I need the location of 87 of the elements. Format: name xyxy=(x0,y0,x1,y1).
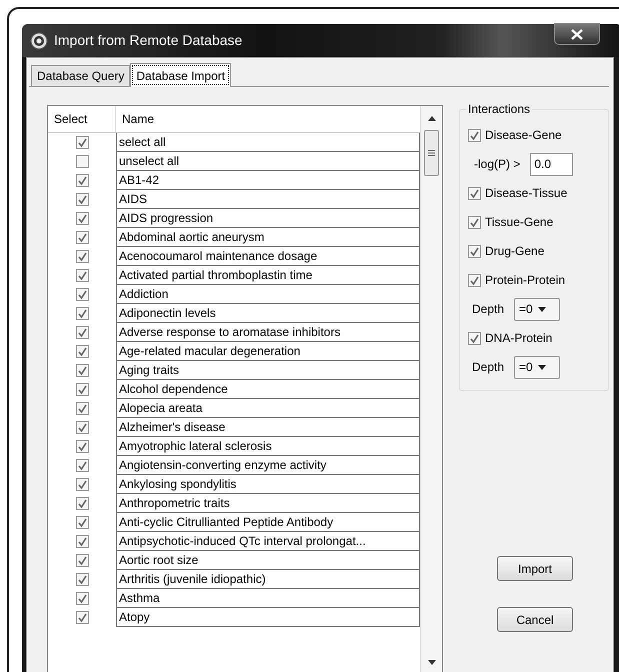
checked-checkbox[interactable] xyxy=(76,193,88,206)
checked-checkbox[interactable] xyxy=(468,128,481,142)
checked-checkbox[interactable] xyxy=(76,573,88,586)
grip-icon xyxy=(428,150,435,156)
checked-checkbox[interactable] xyxy=(76,231,88,244)
checked-checkbox[interactable] xyxy=(76,212,88,225)
checked-checkbox[interactable] xyxy=(76,554,88,567)
table-cell: Acenocoumarol maintenance dosage xyxy=(116,247,420,266)
table-cell: Antipsychotic-induced QTc interval prolongat... xyxy=(116,532,420,551)
checkbox-label: Drug-Gene xyxy=(485,243,544,260)
checked-checkbox[interactable] xyxy=(76,174,88,187)
column-header[interactable]: Name xyxy=(116,106,420,132)
checked-checkbox[interactable] xyxy=(76,535,88,548)
tab[interactable]: Database Import xyxy=(130,63,232,87)
checkbox-label: Protein-Protein xyxy=(485,272,566,289)
table-cell: Adiponectin levels xyxy=(116,304,420,323)
dropdown-label: Depth xyxy=(472,301,504,318)
caret-icon xyxy=(538,306,546,312)
table-cell: Ankylosing spondylitis xyxy=(116,475,420,494)
checked-checkbox[interactable] xyxy=(76,459,88,472)
table-cell: AIDS xyxy=(116,190,420,209)
checked-checkbox[interactable] xyxy=(76,136,88,149)
table-cell: Alcohol dependence xyxy=(116,380,420,399)
checked-checkbox[interactable] xyxy=(76,478,88,491)
table-cell: unselect all xyxy=(116,152,420,171)
checked-checkbox[interactable] xyxy=(76,269,88,282)
table-cell: Addiction xyxy=(116,285,420,304)
checked-checkbox[interactable] xyxy=(76,383,88,396)
table-cell: Amyotrophic lateral sclerosis xyxy=(116,437,420,456)
checked-checkbox[interactable] xyxy=(76,611,88,624)
table-cell: Anthropometric traits xyxy=(116,494,420,513)
checked-checkbox[interactable] xyxy=(76,440,88,453)
close-icon xyxy=(571,28,583,40)
app-icon xyxy=(30,32,48,50)
scroll-down-icon[interactable] xyxy=(428,660,436,665)
checked-checkbox[interactable] xyxy=(76,288,88,301)
checked-checkbox[interactable] xyxy=(76,516,88,529)
checked-checkbox[interactable] xyxy=(76,326,88,339)
dropdown-label: Depth xyxy=(472,359,504,376)
checked-checkbox[interactable] xyxy=(76,592,88,605)
dropdown[interactable]: =0 xyxy=(514,298,560,320)
dialog-button[interactable]: Import xyxy=(497,556,573,581)
table-cell: select all xyxy=(116,133,420,152)
field-label: -log(P) > xyxy=(474,156,520,173)
checked-checkbox[interactable] xyxy=(76,402,88,415)
table-cell: AB1-42 xyxy=(116,171,420,190)
checked-checkbox[interactable] xyxy=(468,274,481,286)
table-cell: Anti-cyclic Citrullianted Peptide Antibody xyxy=(116,513,420,532)
checked-checkbox[interactable] xyxy=(468,186,481,200)
checkbox[interactable] xyxy=(76,155,88,168)
caret-icon xyxy=(538,364,546,370)
table-cell: Asthma xyxy=(116,589,420,608)
table-cell: Adverse response to aromatase inhibitors xyxy=(116,323,420,342)
checked-checkbox[interactable] xyxy=(76,364,88,377)
table-cell: Alopecia areata xyxy=(116,399,420,418)
checked-checkbox[interactable] xyxy=(468,244,481,258)
checked-checkbox[interactable] xyxy=(76,250,88,263)
checked-checkbox[interactable] xyxy=(76,421,88,434)
checked-checkbox[interactable] xyxy=(468,332,481,344)
table-cell: Atopy xyxy=(116,608,420,627)
checkbox-label: Disease-Gene xyxy=(485,127,562,144)
table-cell: Alzheimer's disease xyxy=(116,418,420,437)
table-cell: Activated partial thromboplastin time xyxy=(116,266,420,285)
checkbox-label: Tissue-Gene xyxy=(485,214,554,231)
table-cell: Aortic root size xyxy=(116,551,420,570)
tab[interactable]: Database Query xyxy=(31,65,130,86)
checkbox-label: DNA-Protein xyxy=(485,330,552,347)
table-cell: AIDS progression xyxy=(116,209,420,228)
table-cell: Angiotensin-converting enzyme activity xyxy=(116,456,420,475)
window-title: Import from Remote Database xyxy=(54,31,242,50)
checkbox-label: Disease-Tissue xyxy=(485,185,568,202)
table-cell: Arthritis (juvenile idiopathic) xyxy=(116,570,420,589)
table-cell: Age-related macular degeneration xyxy=(116,342,420,361)
scroll-up-icon[interactable] xyxy=(428,116,436,121)
checked-checkbox[interactable] xyxy=(468,216,481,228)
scrollbar[interactable] xyxy=(420,106,442,672)
table-cell: Abdominal aortic aneurysm xyxy=(116,228,420,247)
checked-checkbox[interactable] xyxy=(76,307,88,320)
dialog-button[interactable]: Cancel xyxy=(497,607,573,632)
checked-checkbox[interactable] xyxy=(76,345,88,358)
input-field[interactable]: 0.0 xyxy=(530,152,574,176)
checked-checkbox[interactable] xyxy=(76,497,88,510)
dropdown[interactable]: =0 xyxy=(514,356,560,378)
close-button[interactable] xyxy=(554,23,600,45)
column-header[interactable]: Select xyxy=(48,106,116,132)
scroll-thumb[interactable] xyxy=(424,130,439,176)
table-cell: Aging traits xyxy=(116,361,420,380)
